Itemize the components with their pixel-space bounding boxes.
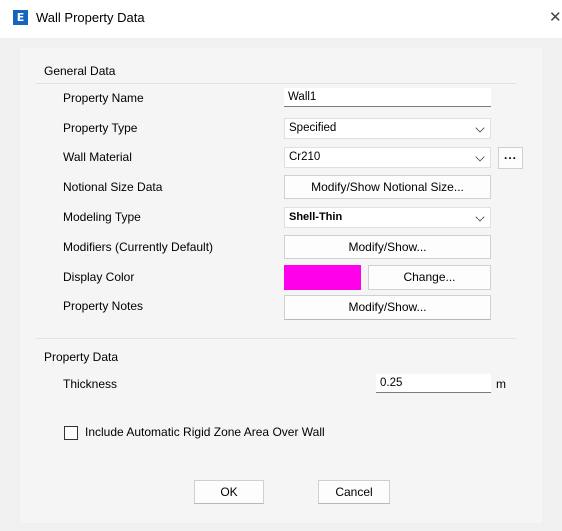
rigid-zone-checkbox[interactable] xyxy=(64,426,78,440)
chevron-down-icon xyxy=(475,212,485,222)
rigid-zone-label: Include Automatic Rigid Zone Area Over W… xyxy=(85,425,325,439)
thickness-input[interactable]: 0.25 xyxy=(376,374,491,393)
property-name-input[interactable]: Wall1 xyxy=(284,88,491,107)
chevron-down-icon xyxy=(475,152,485,162)
modifiers-button[interactable]: Modify/Show... xyxy=(284,235,491,259)
section-divider xyxy=(36,338,516,339)
window-title: Wall Property Data xyxy=(36,10,145,25)
property-name-label: Property Name xyxy=(63,91,144,105)
wall-material-label: Wall Material xyxy=(63,150,132,164)
ok-button[interactable]: OK xyxy=(194,480,264,504)
chevron-down-icon xyxy=(475,123,485,133)
wall-material-more-button[interactable]: ... xyxy=(498,147,523,169)
app-icon: E xyxy=(13,10,28,25)
modifiers-label: Modifiers (Currently Default) xyxy=(63,240,214,254)
cancel-button[interactable]: Cancel xyxy=(318,480,390,504)
notional-size-label: Notional Size Data xyxy=(63,180,163,194)
display-color-label: Display Color xyxy=(63,270,135,284)
wall-material-value: Cr210 xyxy=(289,151,321,163)
modeling-type-value: Shell-Thin xyxy=(289,211,343,223)
general-data-header: General Data xyxy=(44,64,116,78)
thickness-value: 0.25 xyxy=(380,377,403,389)
section-divider xyxy=(36,83,516,84)
modeling-type-label: Modeling Type xyxy=(63,210,141,224)
notional-size-button[interactable]: Modify/Show Notional Size... xyxy=(284,175,491,199)
color-swatch xyxy=(284,265,361,290)
change-color-button[interactable]: Change... xyxy=(368,265,491,290)
property-type-label: Property Type xyxy=(63,121,138,135)
property-type-value: Specified xyxy=(289,122,337,134)
property-notes-label: Property Notes xyxy=(63,299,144,313)
wall-material-select[interactable]: Cr210 xyxy=(284,147,491,168)
property-data-header: Property Data xyxy=(44,350,119,364)
modeling-type-select[interactable]: Shell-Thin xyxy=(284,207,491,228)
title-bar: E Wall Property Data ✕ xyxy=(0,0,562,38)
property-name-value: Wall1 xyxy=(288,91,317,103)
property-notes-button[interactable]: Modify/Show... xyxy=(284,295,491,320)
close-icon[interactable]: ✕ xyxy=(549,8,562,26)
thickness-label: Thickness xyxy=(63,377,118,391)
thickness-unit: m xyxy=(496,377,506,391)
property-type-select[interactable]: Specified xyxy=(284,118,491,139)
